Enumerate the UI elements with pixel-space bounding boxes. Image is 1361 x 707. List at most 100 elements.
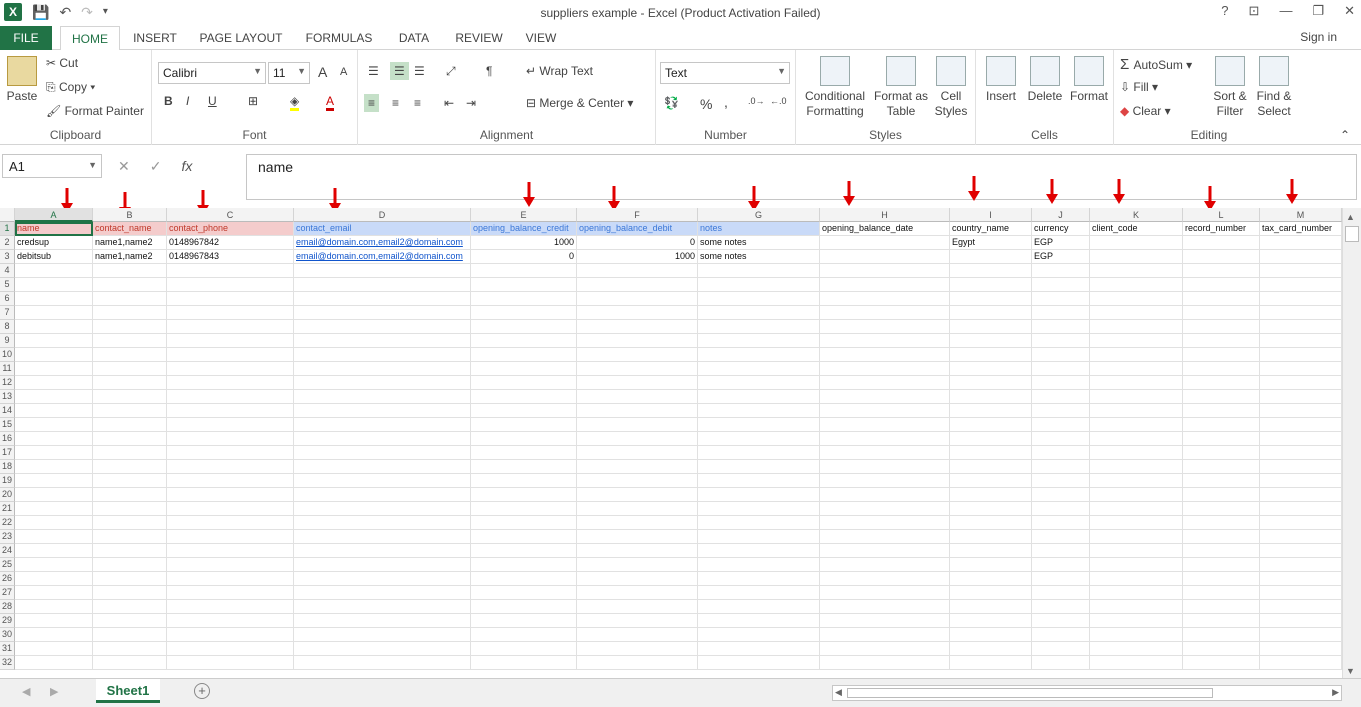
cell-i10[interactable] bbox=[950, 348, 1032, 362]
cell-f23[interactable] bbox=[577, 530, 698, 544]
cell-f7[interactable] bbox=[577, 306, 698, 320]
cell-i23[interactable] bbox=[950, 530, 1032, 544]
cell-b14[interactable] bbox=[93, 404, 167, 418]
cell-b30[interactable] bbox=[93, 628, 167, 642]
cell-j19[interactable] bbox=[1032, 474, 1090, 488]
cell-a21[interactable] bbox=[15, 502, 93, 516]
cell-m22[interactable] bbox=[1260, 516, 1342, 530]
column-header-d[interactable]: D bbox=[294, 208, 471, 222]
cell-b8[interactable] bbox=[93, 320, 167, 334]
bold-button[interactable]: B bbox=[164, 94, 173, 108]
cell-h6[interactable] bbox=[820, 292, 950, 306]
cell-c17[interactable] bbox=[167, 446, 294, 460]
cell-h32[interactable] bbox=[820, 656, 950, 670]
cell-c8[interactable] bbox=[167, 320, 294, 334]
cell-m1[interactable]: tax_card_number bbox=[1260, 222, 1342, 236]
row-header-4[interactable]: 4 bbox=[0, 264, 15, 278]
cell-m31[interactable] bbox=[1260, 642, 1342, 656]
cell-d30[interactable] bbox=[294, 628, 471, 642]
align-center-icon[interactable]: ≡ bbox=[392, 96, 399, 110]
cell-e20[interactable] bbox=[471, 488, 577, 502]
column-header-b[interactable]: B bbox=[93, 208, 167, 222]
cell-l24[interactable] bbox=[1183, 544, 1260, 558]
cell-a17[interactable] bbox=[15, 446, 93, 460]
cell-g25[interactable] bbox=[698, 558, 820, 572]
cell-d18[interactable] bbox=[294, 460, 471, 474]
cell-e11[interactable] bbox=[471, 362, 577, 376]
underline-button[interactable]: U bbox=[208, 94, 217, 108]
cell-g28[interactable] bbox=[698, 600, 820, 614]
cell-l15[interactable] bbox=[1183, 418, 1260, 432]
cell-m2[interactable] bbox=[1260, 236, 1342, 250]
cell-h18[interactable] bbox=[820, 460, 950, 474]
insert-function-icon[interactable]: fx bbox=[181, 158, 192, 175]
cell-d17[interactable] bbox=[294, 446, 471, 460]
cell-j8[interactable] bbox=[1032, 320, 1090, 334]
increase-indent-icon[interactable]: ⇥ bbox=[466, 96, 476, 110]
cell-c18[interactable] bbox=[167, 460, 294, 474]
column-header-g[interactable]: G bbox=[698, 208, 820, 222]
column-header-a[interactable]: A bbox=[15, 208, 93, 222]
cell-h16[interactable] bbox=[820, 432, 950, 446]
cell-l5[interactable] bbox=[1183, 278, 1260, 292]
cell-e2[interactable]: 1000 bbox=[471, 236, 577, 250]
cell-i3[interactable] bbox=[950, 250, 1032, 264]
close-button[interactable]: ✕ bbox=[1344, 3, 1355, 19]
cell-l23[interactable] bbox=[1183, 530, 1260, 544]
cut-button[interactable]: ✂ Cut bbox=[46, 56, 78, 70]
cell-c31[interactable] bbox=[167, 642, 294, 656]
fill-color-icon[interactable]: ◈ bbox=[290, 94, 300, 111]
conditional-formatting-button[interactable]: Conditional Formatting bbox=[800, 56, 870, 119]
scroll-right-icon[interactable]: ▶ bbox=[1332, 687, 1339, 698]
cell-c15[interactable] bbox=[167, 418, 294, 432]
cell-a27[interactable] bbox=[15, 586, 93, 600]
cell-l21[interactable] bbox=[1183, 502, 1260, 516]
cell-h30[interactable] bbox=[820, 628, 950, 642]
align-right-icon[interactable]: ≡ bbox=[414, 96, 421, 110]
row-header-31[interactable]: 31 bbox=[0, 642, 15, 656]
cell-i26[interactable] bbox=[950, 572, 1032, 586]
cell-i31[interactable] bbox=[950, 642, 1032, 656]
cell-m11[interactable] bbox=[1260, 362, 1342, 376]
cell-d31[interactable] bbox=[294, 642, 471, 656]
cell-m30[interactable] bbox=[1260, 628, 1342, 642]
cell-e7[interactable] bbox=[471, 306, 577, 320]
cell-k27[interactable] bbox=[1090, 586, 1183, 600]
help-button[interactable]: ? bbox=[1221, 3, 1228, 19]
sign-in-link[interactable]: Sign in bbox=[1300, 30, 1337, 44]
grow-font-button[interactable]: A bbox=[318, 64, 327, 80]
cell-a12[interactable] bbox=[15, 376, 93, 390]
sheet-tab-sheet1[interactable]: Sheet1 bbox=[96, 679, 160, 703]
cell-h31[interactable] bbox=[820, 642, 950, 656]
cell-m18[interactable] bbox=[1260, 460, 1342, 474]
cell-c12[interactable] bbox=[167, 376, 294, 390]
cell-a30[interactable] bbox=[15, 628, 93, 642]
cell-j29[interactable] bbox=[1032, 614, 1090, 628]
cell-f15[interactable] bbox=[577, 418, 698, 432]
cell-f11[interactable] bbox=[577, 362, 698, 376]
decrease-decimal-icon[interactable]: ←.0 bbox=[770, 96, 787, 106]
cell-f31[interactable] bbox=[577, 642, 698, 656]
cell-e13[interactable] bbox=[471, 390, 577, 404]
name-box[interactable]: A1 ▼ bbox=[2, 154, 102, 178]
cell-k32[interactable] bbox=[1090, 656, 1183, 670]
cell-e23[interactable] bbox=[471, 530, 577, 544]
copy-button[interactable]: ⎘ Copy ▾ bbox=[46, 80, 95, 95]
cell-e9[interactable] bbox=[471, 334, 577, 348]
shrink-font-button[interactable]: A bbox=[340, 66, 347, 78]
cell-k6[interactable] bbox=[1090, 292, 1183, 306]
cell-a23[interactable] bbox=[15, 530, 93, 544]
cell-c30[interactable] bbox=[167, 628, 294, 642]
cell-a26[interactable] bbox=[15, 572, 93, 586]
cell-c21[interactable] bbox=[167, 502, 294, 516]
cell-h21[interactable] bbox=[820, 502, 950, 516]
cell-b19[interactable] bbox=[93, 474, 167, 488]
cell-k8[interactable] bbox=[1090, 320, 1183, 334]
cell-l1[interactable]: record_number bbox=[1183, 222, 1260, 236]
collapse-ribbon-icon[interactable]: ⌃ bbox=[1340, 128, 1350, 142]
autosum-button[interactable]: Σ AutoSum ▾ bbox=[1120, 56, 1192, 73]
cell-j27[interactable] bbox=[1032, 586, 1090, 600]
cell-j21[interactable] bbox=[1032, 502, 1090, 516]
cell-h1[interactable]: opening_balance_date bbox=[820, 222, 950, 236]
percent-button[interactable]: % bbox=[700, 96, 712, 112]
